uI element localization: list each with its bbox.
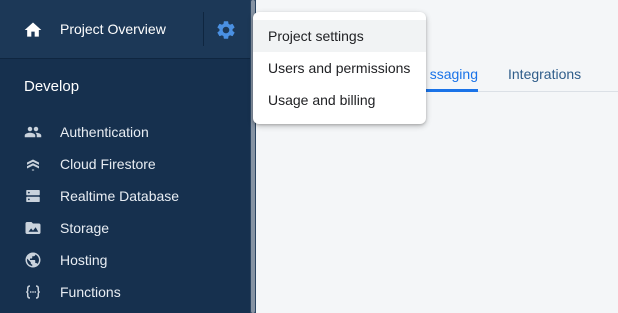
menu-item-users-permissions[interactable]: Users and permissions <box>253 52 426 84</box>
divider <box>203 12 204 46</box>
sidebar-item-label: Functions <box>60 284 121 300</box>
sidebar-item-authentication[interactable]: Authentication <box>0 117 250 147</box>
sidebar-item-label: Storage <box>60 220 110 236</box>
menu-item-usage-billing[interactable]: Usage and billing <box>253 84 426 116</box>
people-icon <box>24 126 42 138</box>
database-icon <box>26 190 40 202</box>
section-title-develop: Develop <box>24 78 80 95</box>
sidebar-item-cloud-firestore[interactable]: Cloud Firestore <box>0 149 250 179</box>
sidebar-item-hosting[interactable]: Hosting <box>0 245 250 275</box>
menu-item-label: Project settings <box>268 28 364 44</box>
tab-integrations[interactable]: Integrations <box>508 66 581 82</box>
gear-icon[interactable] <box>215 19 237 41</box>
sidebar-item-realtime-database[interactable]: Realtime Database <box>0 181 250 211</box>
folder-image-icon <box>25 222 41 234</box>
sidebar-item-functions[interactable]: Functions <box>0 277 250 307</box>
functions-icon <box>26 285 40 299</box>
sidebar-item-label: Cloud Firestore <box>60 156 156 172</box>
sidebar-item-label: Hosting <box>60 252 108 268</box>
project-overview-link[interactable]: Project Overview <box>60 21 166 37</box>
sidebar-item-label: Authentication <box>60 124 149 140</box>
active-tab-indicator <box>426 89 478 92</box>
menu-item-project-settings[interactable]: Project settings <box>253 20 426 52</box>
project-header: Project Overview <box>0 0 250 59</box>
globe-icon <box>25 252 41 268</box>
firestore-icon <box>27 159 39 171</box>
sidebar: Project Overview Develop Authentication … <box>0 0 250 313</box>
home-icon[interactable] <box>23 20 43 40</box>
settings-menu: Project settings Users and permissions U… <box>253 12 426 124</box>
sidebar-item-storage[interactable]: Storage <box>0 213 250 243</box>
menu-item-label: Users and permissions <box>268 60 411 76</box>
menu-item-label: Usage and billing <box>268 92 376 108</box>
sidebar-item-label: Realtime Database <box>60 188 180 204</box>
